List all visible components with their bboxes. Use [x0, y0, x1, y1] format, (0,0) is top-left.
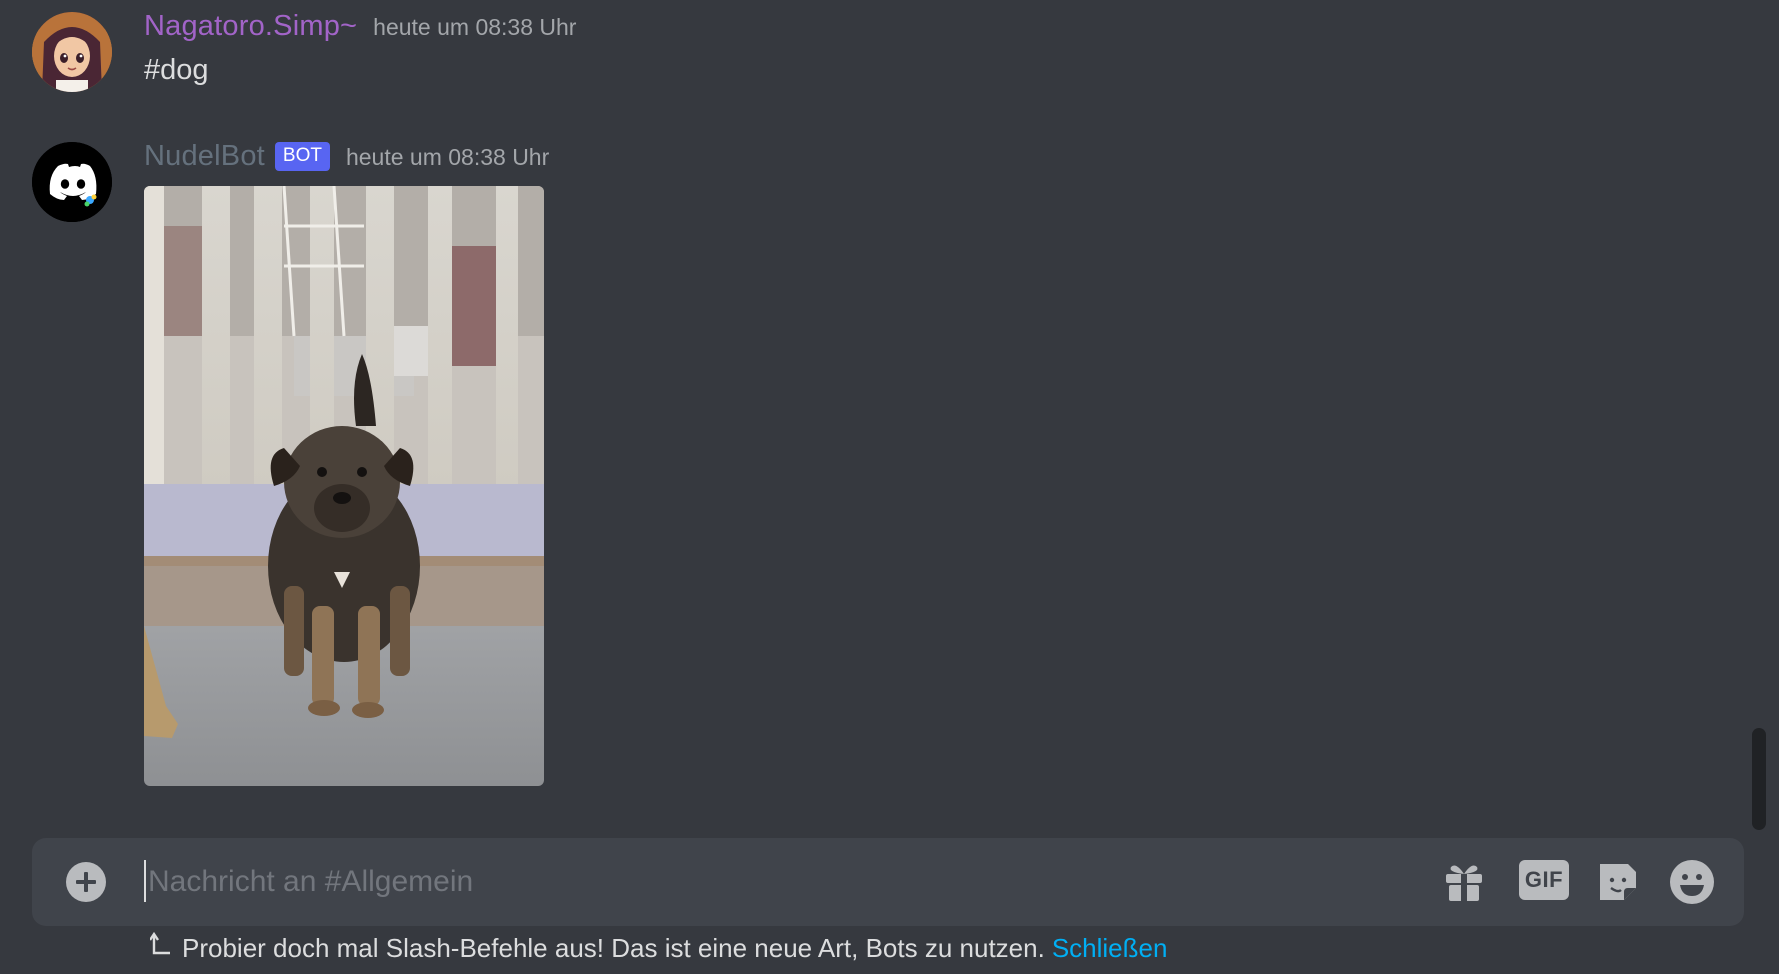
username[interactable]: NudelBot [144, 140, 265, 173]
username[interactable]: Nagatoro.Simp~ [144, 10, 357, 43]
bot-tag: BOT [274, 141, 330, 171]
dog-photo-image [144, 186, 544, 786]
sticker-icon[interactable] [1594, 858, 1642, 906]
scrollbar-thumb[interactable] [1752, 728, 1766, 830]
plus-circle-icon[interactable] [66, 862, 106, 902]
message: NudelBot BOT heute um 08:38 Uhr [0, 130, 1740, 810]
discord-logo-avatar-icon [32, 142, 112, 222]
message-text: #dog [144, 54, 209, 86]
anime-girl-avatar-icon [32, 12, 112, 92]
close-hint-link[interactable]: Schließen [1052, 933, 1168, 964]
emoji-icon[interactable] [1668, 858, 1716, 906]
chat-app: Nagatoro.Simp~ heute um 08:38 Uhr #dog N… [0, 0, 1779, 974]
gif-button[interactable]: GIF [1519, 860, 1569, 900]
message-header: Nagatoro.Simp~ heute um 08:38 Uhr [144, 10, 576, 46]
dog-photo-attachment[interactable] [144, 186, 544, 786]
message-input[interactable] [144, 854, 1418, 910]
message-composer: GIF [32, 838, 1744, 926]
gift-icon[interactable] [1440, 858, 1488, 906]
message-header: NudelBot BOT heute um 08:38 Uhr [144, 140, 549, 176]
message-list: Nagatoro.Simp~ heute um 08:38 Uhr #dog N… [0, 0, 1752, 830]
timestamp: heute um 08:38 Uhr [373, 14, 577, 40]
bot-avatar[interactable] [32, 142, 112, 222]
timestamp: heute um 08:38 Uhr [345, 144, 550, 170]
hint-text: Probier doch mal Slash-Befehle aus! Das … [182, 932, 1045, 963]
message: Nagatoro.Simp~ heute um 08:38 Uhr #dog [0, 0, 1740, 110]
slash-command-hint: Probier doch mal Slash-Befehle aus! Das … [150, 930, 1167, 966]
corner-up-arrow-icon [150, 931, 170, 955]
user-avatar[interactable] [32, 12, 112, 92]
